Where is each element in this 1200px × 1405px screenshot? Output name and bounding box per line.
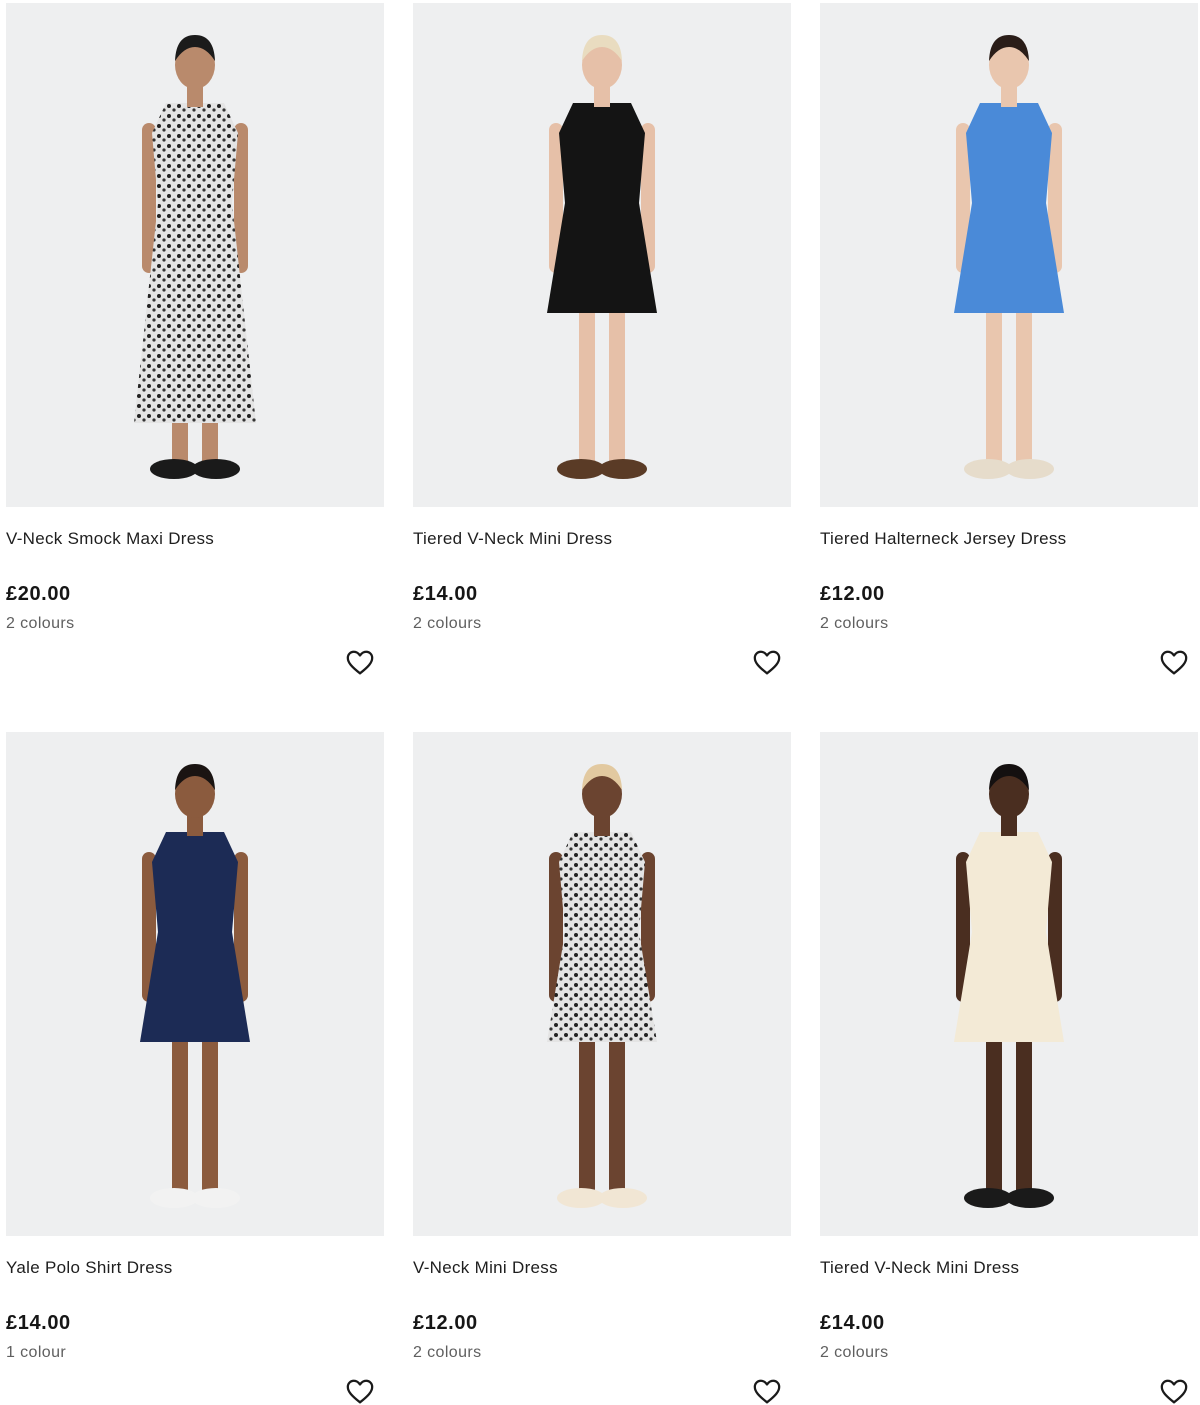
product-price: £14.00: [6, 1312, 71, 1334]
product-colour-count: 2 colours: [820, 1344, 889, 1361]
product-image[interactable]: [6, 732, 384, 1236]
product-price: £14.00: [413, 583, 478, 605]
product-name[interactable]: V-Neck Mini Dress: [413, 1258, 558, 1278]
product-price: £14.00: [820, 1312, 885, 1334]
heart-outline-icon[interactable]: [1159, 1377, 1189, 1405]
product-colour-count: 2 colours: [6, 615, 75, 632]
product-name[interactable]: V-Neck Smock Maxi Dress: [6, 529, 214, 549]
product-price: £12.00: [820, 583, 885, 605]
product-colour-count: 2 colours: [820, 615, 889, 632]
product-image[interactable]: [6, 3, 384, 507]
product-colour-count: 1 colour: [6, 1344, 67, 1361]
product-colour-count: 2 colours: [413, 1344, 482, 1361]
product-image[interactable]: [413, 732, 791, 1236]
heart-outline-icon[interactable]: [1159, 648, 1189, 678]
product-grid: V-Neck Smock Maxi Dress £20.00 2 colours T…: [0, 0, 1200, 1405]
product-image[interactable]: [413, 3, 791, 507]
product-image[interactable]: [820, 3, 1198, 507]
product-price: £20.00: [6, 583, 71, 605]
product-image[interactable]: [820, 732, 1198, 1236]
heart-outline-icon[interactable]: [752, 1377, 782, 1405]
product-name[interactable]: Yale Polo Shirt Dress: [6, 1258, 173, 1278]
product-colour-count: 2 colours: [413, 615, 482, 632]
product-name[interactable]: Tiered Halterneck Jersey Dress: [820, 529, 1066, 549]
product-name[interactable]: Tiered V-Neck Mini Dress: [413, 529, 612, 549]
heart-outline-icon[interactable]: [345, 648, 375, 678]
heart-outline-icon[interactable]: [752, 648, 782, 678]
product-name[interactable]: Tiered V-Neck Mini Dress: [820, 1258, 1019, 1278]
product-price: £12.00: [413, 1312, 478, 1334]
heart-outline-icon[interactable]: [345, 1377, 375, 1405]
